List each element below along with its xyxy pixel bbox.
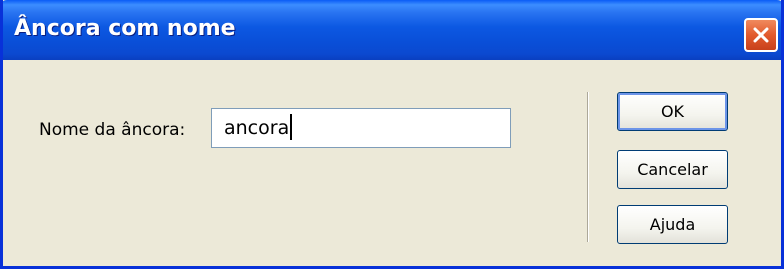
- ok-button[interactable]: OK: [617, 92, 728, 131]
- cancel-button[interactable]: Cancelar: [617, 150, 728, 189]
- help-button[interactable]: Ajuda: [617, 205, 728, 244]
- anchor-name-label: Nome da âncora:: [39, 120, 186, 140]
- vertical-divider: [587, 92, 589, 242]
- close-icon: [753, 27, 769, 43]
- anchor-name-value: ancora: [224, 117, 290, 139]
- text-caret: [290, 113, 293, 140]
- close-button[interactable]: [744, 18, 778, 52]
- anchor-name-input[interactable]: ancora: [211, 108, 511, 148]
- window-title: Âncora com nome: [14, 16, 236, 41]
- anchor-dialog: Âncora com nome Nome da âncora: ancora O…: [0, 0, 784, 269]
- title-bar[interactable]: Âncora com nome: [3, 0, 781, 60]
- dialog-body: Nome da âncora: ancora OK Cancelar Ajuda: [3, 60, 781, 266]
